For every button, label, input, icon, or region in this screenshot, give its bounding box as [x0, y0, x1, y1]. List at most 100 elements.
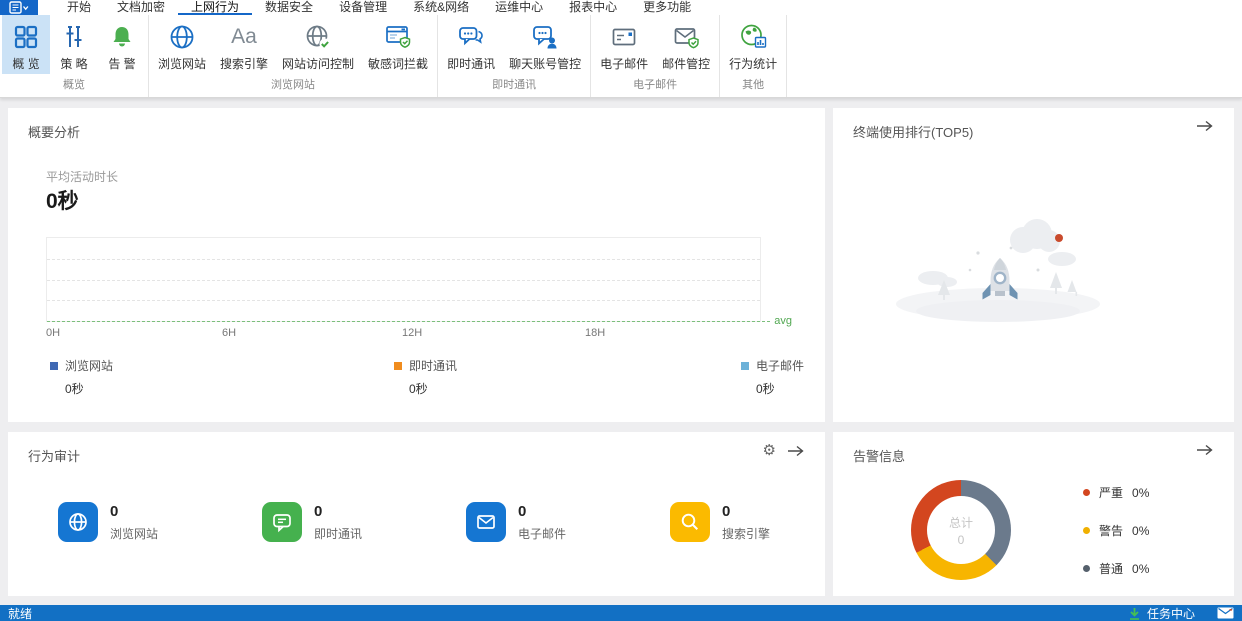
avg-activity-label: 平均活动时长: [46, 170, 119, 184]
ribbon-item-label: 即时通讯: [447, 57, 496, 71]
ribbon: 概 览 策 略 告 警 概览 浏览网站 Aa 搜索引擎 网站访问控制 敏感词拦截…: [0, 15, 1242, 98]
behavior-audit-card: 行为审计 ⚙ 0 浏览网站 0 即时通讯 0 电子邮件 0 搜索引擎: [8, 432, 825, 596]
status-ready-text: 就绪: [8, 606, 33, 621]
tab-device-management[interactable]: 设备管理: [326, 0, 400, 15]
audit-item-email[interactable]: 0 电子邮件: [466, 502, 670, 544]
ribbon-item-label: 敏感词拦截: [368, 57, 429, 71]
ribbon-item-label: 搜索引擎: [220, 57, 269, 71]
alert-bell-icon: [108, 20, 136, 53]
chat-icon: [262, 502, 302, 542]
tab-system-network[interactable]: 系统&网络: [400, 0, 482, 15]
legend-label: 浏览网站: [65, 359, 114, 373]
audit-detail-arrow-icon[interactable]: [787, 445, 805, 457]
alert-legend-warning: 警告 0%: [1083, 522, 1149, 539]
alert-legend-critical: 严重 0%: [1083, 484, 1149, 501]
legend-label: 普通: [1099, 562, 1124, 576]
alert-donut-chart: 总计 0: [911, 480, 1011, 580]
audit-settings-gear-icon[interactable]: ⚙: [763, 443, 776, 458]
app-menu-icon: [9, 1, 29, 14]
search-engine-aa-icon: Aa: [231, 24, 257, 48]
legend-item-browse: 浏览网站 0秒: [50, 357, 113, 397]
summary-card-title: 概要分析: [28, 125, 81, 140]
x-tick: 6H: [222, 327, 237, 339]
legend-value: 0秒: [409, 382, 428, 396]
ribbon-tabs: 开始 文档加密 上网行为 数据安全 设备管理 系统&网络 运维中心 报表中心 更…: [54, 0, 704, 15]
tab-ops-center[interactable]: 运维中心: [482, 0, 556, 15]
ribbon-item-label: 行为统计: [729, 57, 778, 71]
tab-report-center[interactable]: 报表中心: [556, 0, 630, 15]
x-tick: 18H: [585, 327, 606, 339]
ribbon-item-policy[interactable]: 策 略: [50, 15, 98, 74]
ribbon-item-label: 邮件管控: [662, 57, 711, 71]
ribbon-item-search-engine[interactable]: Aa 搜索引擎: [213, 15, 275, 74]
policy-sliders-icon: [60, 20, 88, 53]
ribbon-item-email[interactable]: 电子邮件: [593, 15, 655, 74]
app-menu-button[interactable]: [0, 0, 38, 15]
ribbon-item-sensitive-word-block[interactable]: 敏感词拦截: [361, 15, 435, 74]
summary-analysis-card: 概要分析 平均活动时长 0秒 avg 0H 6H 12H 18H 浏览网站 0秒: [8, 108, 825, 422]
terminal-ranking-card: 终端使用排行(TOP5): [833, 108, 1234, 422]
alerts-detail-arrow-icon[interactable]: [1196, 444, 1214, 456]
tab-more-functions[interactable]: 更多功能: [630, 0, 704, 15]
avg-line-label: avg: [774, 315, 792, 327]
email-icon: [610, 20, 638, 53]
ribbon-item-label: 概 览: [12, 57, 40, 71]
legend-dot: [1083, 489, 1090, 496]
task-center-button[interactable]: 任务中心: [1128, 605, 1195, 621]
ribbon-group-browse-web: 浏览网站 Aa 搜索引擎 网站访问控制 敏感词拦截 浏览网站: [149, 15, 439, 97]
legend-label: 警告: [1099, 524, 1124, 538]
gridline: [47, 300, 760, 302]
site-access-control-icon: [304, 20, 332, 53]
globe-icon: [58, 502, 98, 542]
ribbon-item-label: 浏览网站: [158, 57, 207, 71]
audit-item-browse[interactable]: 0 浏览网站: [58, 502, 262, 544]
top5-card-title: 终端使用排行(TOP5): [853, 125, 974, 140]
tab-internet-behavior[interactable]: 上网行为: [178, 0, 252, 15]
avg-activity-value: 0秒: [46, 190, 79, 213]
top5-detail-arrow-icon[interactable]: [1196, 120, 1214, 132]
gridline: [47, 279, 760, 281]
legend-value: 0秒: [65, 382, 84, 396]
red-dot: [1055, 234, 1063, 242]
sensitive-word-block-icon: [384, 20, 412, 53]
tab-start[interactable]: 开始: [54, 0, 104, 15]
legend-value: 0秒: [756, 382, 775, 396]
audit-count: 0: [722, 503, 731, 520]
ribbon-group-overview: 概 览 策 略 告 警 概览: [0, 15, 149, 97]
search-icon: [670, 502, 710, 542]
ribbon-item-browse-website[interactable]: 浏览网站: [151, 15, 213, 74]
ribbon-group-other: 行为统计 其他: [720, 15, 788, 97]
im-chat-icon: [457, 20, 485, 53]
alert-legend-normal: 普通 0%: [1083, 560, 1149, 577]
alert-info-card: 告警信息 总计 0 严重 0% 警告 0% 普通 0%: [833, 432, 1234, 596]
ribbon-group-label: 电子邮件: [633, 79, 678, 91]
ribbon-item-chat-account-control[interactable]: 聊天账号管控: [502, 15, 588, 74]
ribbon-tab-bar: 开始 文档加密 上网行为 数据安全 设备管理 系统&网络 运维中心 报表中心 更…: [0, 0, 1242, 15]
donut-total-label: 总计: [948, 515, 973, 530]
ribbon-item-site-access-control[interactable]: 网站访问控制: [275, 15, 361, 74]
legend-label: 即时通讯: [409, 359, 458, 373]
ribbon-item-mail-control[interactable]: 邮件管控: [655, 15, 717, 74]
ribbon-item-im[interactable]: 即时通讯: [440, 15, 502, 74]
gridline: [47, 258, 760, 260]
legend-percent: 0%: [1132, 561, 1150, 576]
tab-data-security[interactable]: 数据安全: [252, 0, 326, 15]
legend-item-im: 即时通讯 0秒: [394, 357, 457, 397]
audit-count: 0: [518, 503, 527, 520]
chart-x-axis: 0H 6H 12H 18H: [46, 327, 761, 341]
ribbon-item-alert[interactable]: 告 警: [98, 15, 146, 74]
alerts-card-title: 告警信息: [853, 449, 906, 464]
audit-item-im[interactable]: 0 即时通讯: [262, 502, 466, 544]
ribbon-group-label: 浏览网站: [271, 79, 316, 91]
message-envelope-icon[interactable]: [1217, 607, 1234, 619]
ribbon-item-label: 告 警: [108, 57, 136, 71]
empty-state-rocket-illustration: [896, 219, 1100, 322]
ribbon-group-label: 即时通讯: [492, 79, 537, 91]
audit-label: 即时通讯: [314, 527, 363, 541]
donut-center: 总计 0: [927, 496, 995, 564]
ribbon-item-overview[interactable]: 概 览: [2, 15, 50, 74]
ribbon-item-behavior-stats[interactable]: 行为统计: [722, 15, 784, 74]
audit-stats-row: 0 浏览网站 0 即时通讯 0 电子邮件 0 搜索引擎: [58, 502, 874, 544]
audit-count: 0: [314, 503, 323, 520]
tab-doc-encryption[interactable]: 文档加密: [104, 0, 178, 15]
